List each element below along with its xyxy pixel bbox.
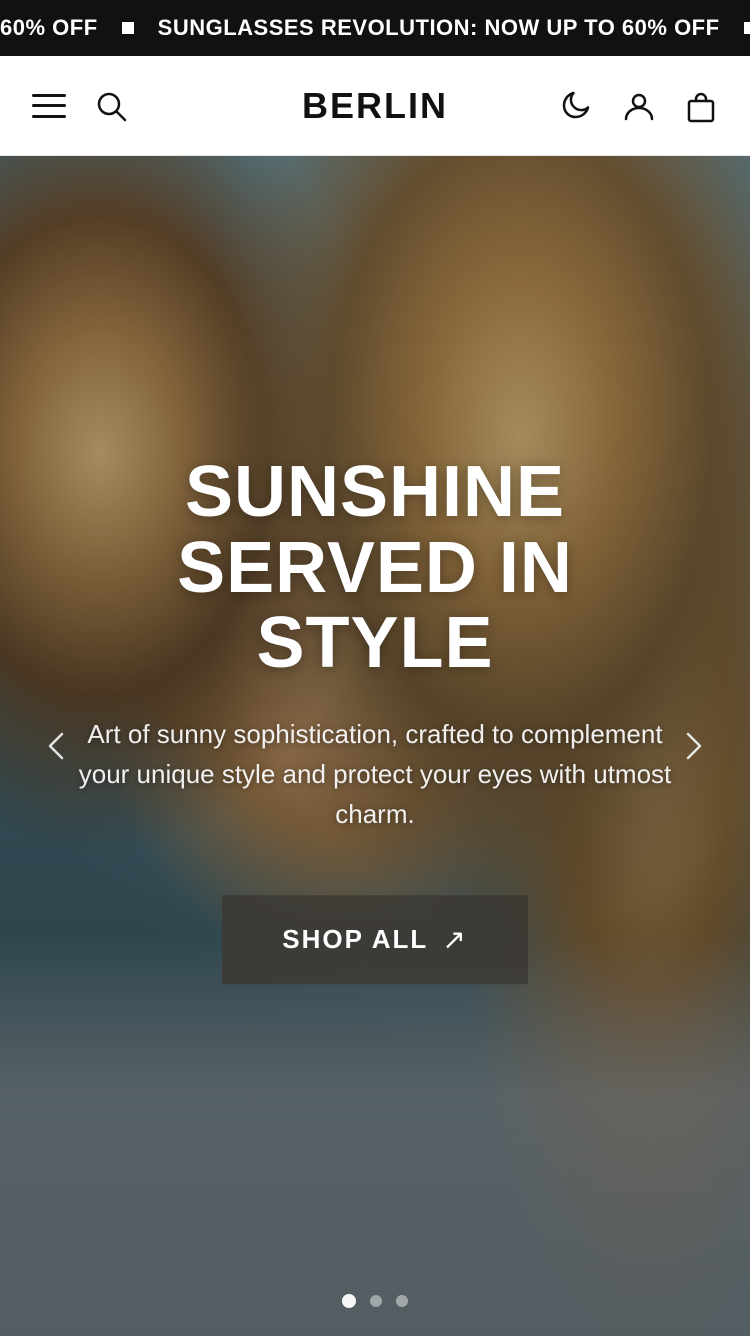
arrow-left-icon [40,728,76,764]
carousel-prev-button[interactable] [30,718,86,774]
carousel-next-button[interactable] [664,718,720,774]
hero-content: SUNSHINE SERVED IN STYLE Art of sunny so… [0,455,750,984]
shop-all-button[interactable]: SHOP ALL ↗ [222,895,527,984]
hero-title: SUNSHINE SERVED IN STYLE [60,455,690,682]
menu-button[interactable] [32,94,66,118]
hero-subtitle: Art of sunny sophistication, crafted to … [60,714,690,835]
search-icon [94,89,128,123]
announcement-dot-1 [122,22,134,34]
header-right [560,89,718,123]
bag-icon [684,89,718,123]
carousel-dot-1[interactable] [342,1294,356,1308]
dark-mode-button[interactable] [560,89,594,123]
hero-section: SUNSHINE SERVED IN STYLE Art of sunny so… [0,156,750,1336]
header: BERLIN [0,56,750,156]
site-logo[interactable]: BERLIN [302,85,448,127]
user-icon [622,89,656,123]
carousel-dot-2[interactable] [370,1295,382,1307]
search-button[interactable] [94,89,128,123]
announcement-bar: 60% OFF SUNGLASSES REVOLUTION: NOW UP TO… [0,0,750,56]
carousel-dot-3[interactable] [396,1295,408,1307]
shop-all-label: SHOP ALL [282,924,428,955]
announcement-text-1: 60% OFF [0,15,98,41]
hamburger-icon [32,94,66,118]
announcement-dot-2 [744,22,750,34]
announcement-text-2: SUNGLASSES REVOLUTION: NOW UP TO 60% OFF [158,15,720,41]
account-button[interactable] [622,89,656,123]
announcement-marquee: 60% OFF SUNGLASSES REVOLUTION: NOW UP TO… [0,15,750,41]
shop-all-arrow-icon: ↗ [442,923,467,956]
arrow-right-icon [674,728,710,764]
moon-icon [560,89,594,123]
header-left [32,89,128,123]
carousel-dots [342,1294,408,1308]
cart-button[interactable] [684,89,718,123]
